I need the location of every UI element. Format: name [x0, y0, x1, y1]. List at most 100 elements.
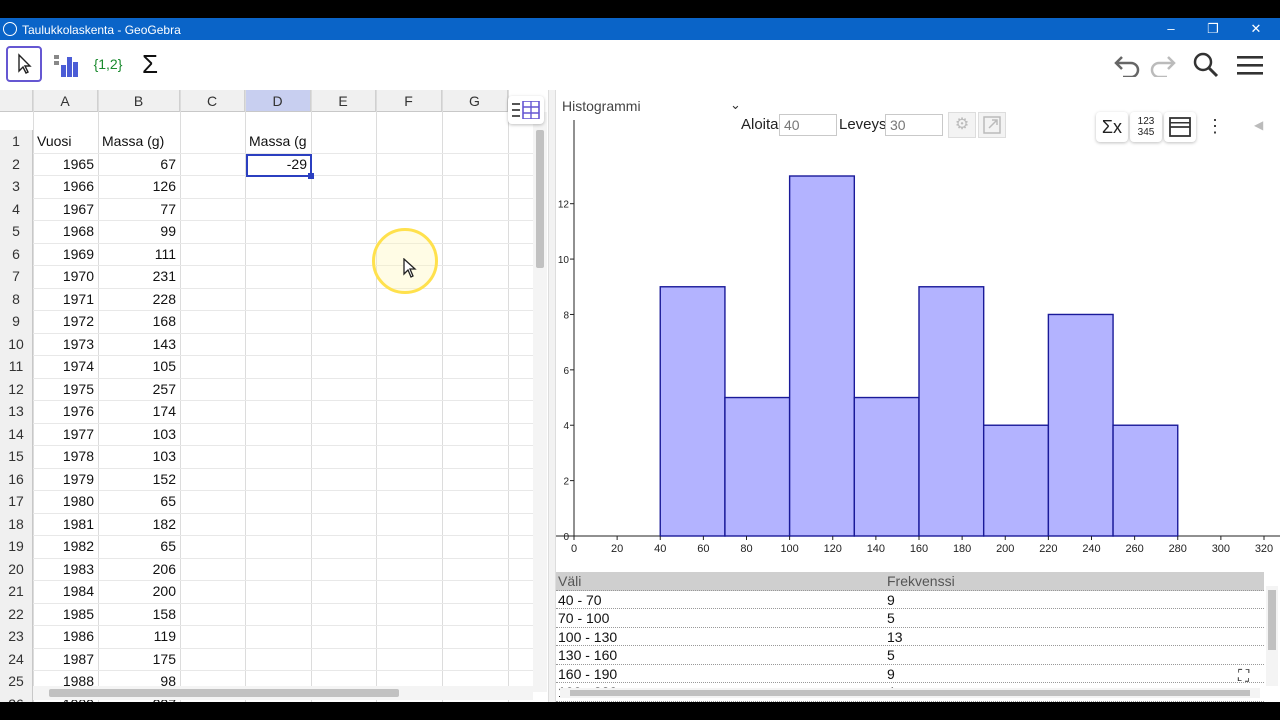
cell-a2[interactable]: 1965 — [33, 153, 98, 176]
histogram-chart[interactable]: 0246810120 20 40 60 80 100 120 140 160 180 200 220 2… — [556, 120, 1280, 574]
row-header[interactable]: 19 — [0, 535, 33, 558]
minimize-button[interactable]: – — [1156, 20, 1186, 38]
row-header[interactable]: 6 — [0, 242, 33, 265]
cell-b9[interactable]: 168 — [98, 310, 180, 333]
column-header-f[interactable]: F — [376, 90, 442, 112]
histogram-bar[interactable] — [788, 175, 856, 537]
cell-b16[interactable]: 152 — [98, 468, 180, 491]
cell-a19[interactable]: 1982 — [33, 535, 98, 558]
row-header[interactable]: 24 — [0, 647, 33, 670]
row-header[interactable]: 21 — [0, 580, 33, 603]
cell-b12[interactable]: 257 — [98, 378, 180, 401]
cell-b14[interactable]: 103 — [98, 423, 180, 446]
row-header[interactable]: 2 — [0, 152, 33, 175]
undo-button[interactable] — [1110, 48, 1144, 82]
horizontal-scrollbar[interactable] — [33, 686, 533, 700]
histogram-bar[interactable] — [1112, 424, 1179, 537]
row-header[interactable]: 10 — [0, 332, 33, 355]
search-button[interactable] — [1189, 48, 1223, 82]
move-tool-button[interactable] — [6, 46, 42, 82]
cell-a9[interactable]: 1972 — [33, 310, 98, 333]
row-header[interactable]: 23 — [0, 625, 33, 648]
cell-b15[interactable]: 103 — [98, 445, 180, 468]
histogram-bar[interactable] — [724, 396, 791, 537]
cell-b8[interactable]: 228 — [98, 288, 180, 311]
row-header[interactable]: 3 — [0, 175, 33, 198]
cell-a8[interactable]: 1971 — [33, 288, 98, 311]
histogram-bar[interactable] — [1047, 313, 1114, 537]
cell-b3[interactable]: 126 — [98, 175, 180, 198]
cell-b5[interactable]: 99 — [98, 220, 180, 243]
pane-divider[interactable] — [548, 90, 556, 702]
cell-b21[interactable]: 200 — [98, 580, 180, 603]
row-header[interactable]: 7 — [0, 265, 33, 288]
cell-b1[interactable]: Massa (g) — [98, 130, 180, 153]
cell-a21[interactable]: 1984 — [33, 580, 98, 603]
cell-a1[interactable]: Vuosi — [33, 130, 98, 153]
cell-a20[interactable]: 1983 — [33, 558, 98, 581]
cell-a14[interactable]: 1977 — [33, 423, 98, 446]
vertical-scroll-thumb[interactable] — [536, 130, 544, 268]
row-header[interactable]: 13 — [0, 400, 33, 423]
table-vertical-scrollbar[interactable] — [1266, 586, 1278, 686]
cell-a12[interactable]: 1975 — [33, 378, 98, 401]
row-header[interactable]: 9 — [0, 310, 33, 333]
row-header[interactable]: 11 — [0, 355, 33, 378]
cell-a18[interactable]: 1981 — [33, 513, 98, 536]
restore-button[interactable]: ❐ — [1198, 20, 1228, 38]
sum-button[interactable]: Σ — [132, 46, 168, 82]
cell-a17[interactable]: 1980 — [33, 490, 98, 513]
cell-a24[interactable]: 1987 — [33, 648, 98, 671]
row-header[interactable]: 25 — [0, 670, 33, 693]
row-header[interactable]: 8 — [0, 287, 33, 310]
cell-b19[interactable]: 65 — [98, 535, 180, 558]
column-header-a[interactable]: A — [33, 90, 98, 112]
histogram-bar[interactable] — [918, 286, 985, 537]
cell-a15[interactable]: 1978 — [33, 445, 98, 468]
row-header[interactable]: 15 — [0, 445, 33, 468]
cell-b7[interactable]: 231 — [98, 265, 180, 288]
cell-a4[interactable]: 1967 — [33, 198, 98, 221]
cell-b11[interactable]: 105 — [98, 355, 180, 378]
histogram-bar[interactable] — [659, 286, 726, 537]
selected-cell-d2[interactable] — [246, 154, 312, 177]
column-header-e[interactable]: E — [311, 90, 376, 112]
table-vertical-scroll-thumb[interactable] — [1268, 590, 1276, 650]
row-header[interactable]: 20 — [0, 557, 33, 580]
cell-a5[interactable]: 1968 — [33, 220, 98, 243]
column-header-b[interactable]: B — [98, 90, 180, 112]
horizontal-scroll-thumb[interactable] — [49, 689, 399, 697]
cell-a22[interactable]: 1985 — [33, 603, 98, 626]
row-header[interactable]: 26 — [0, 692, 33, 702]
fill-handle[interactable] — [308, 173, 314, 179]
vertical-scrollbar[interactable] — [533, 112, 547, 692]
column-header-g[interactable]: G — [442, 90, 508, 112]
chart-type-select[interactable]: Histogrammi ⌄ — [562, 97, 742, 120]
row-header[interactable]: 5 — [0, 220, 33, 243]
cell-b23[interactable]: 119 — [98, 625, 180, 648]
cell-b24[interactable]: 175 — [98, 648, 180, 671]
histogram-bar[interactable] — [853, 396, 920, 537]
row-header[interactable]: 14 — [0, 422, 33, 445]
cell-b13[interactable]: 174 — [98, 400, 180, 423]
cell-a6[interactable]: 1969 — [33, 243, 98, 266]
cell-b10[interactable]: 143 — [98, 333, 180, 356]
toggle-style-bar-button[interactable] — [508, 96, 544, 124]
table-horizontal-scroll-thumb[interactable] — [570, 690, 1250, 696]
fullscreen-button[interactable]: ⛶ — [1238, 668, 1249, 686]
row-header[interactable]: 17 — [0, 490, 33, 513]
cell-a13[interactable]: 1976 — [33, 400, 98, 423]
cell-b18[interactable]: 182 — [98, 513, 180, 536]
cell-d1[interactable]: Massa (g — [245, 130, 311, 153]
cell-b20[interactable]: 206 — [98, 558, 180, 581]
cell-a7[interactable]: 1970 — [33, 265, 98, 288]
cell-a16[interactable]: 1979 — [33, 468, 98, 491]
cell-b17[interactable]: 65 — [98, 490, 180, 513]
row-header[interactable]: 1 — [0, 130, 33, 153]
row-header[interactable]: 18 — [0, 512, 33, 535]
cell-b2[interactable]: 67 — [98, 153, 180, 176]
one-variable-analysis-button[interactable] — [48, 46, 84, 82]
row-header[interactable]: 16 — [0, 467, 33, 490]
cell-a23[interactable]: 1986 — [33, 625, 98, 648]
redo-button[interactable] — [1146, 48, 1180, 82]
